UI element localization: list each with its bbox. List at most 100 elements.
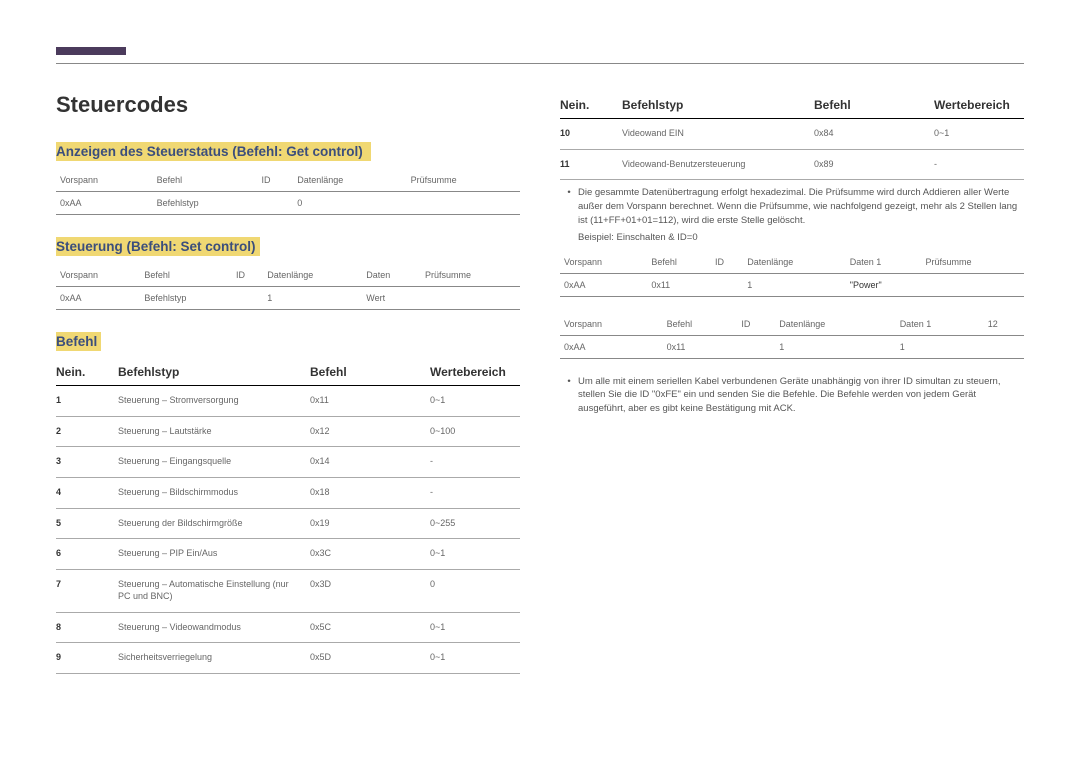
table-row: 3Steuerung – Eingangsquelle0x14- [56,447,520,478]
header-rule [56,50,1024,64]
cell-type: Sicherheitsverriegelung [118,652,310,664]
table-row: 5Steuerung der Bildschirmgröße0x190~255 [56,509,520,540]
cell-no: 9 [56,652,118,662]
table-row: 10Videowand EIN0x840~1 [560,119,1024,150]
cell-cmd: 0x14 [310,456,430,466]
table-row: 1Steuerung – Stromversorgung0x110~1 [56,386,520,417]
td: 0xAA [560,335,663,358]
example1-table: Vorspann Befehl ID Datenlänge Daten 1 Pr… [560,251,1024,297]
cell-range: 0 [430,579,520,589]
th: ID [711,251,743,274]
note-checksum: • Die gesammte Datenübertragung erfolgt … [560,186,1024,227]
cell-no: 3 [56,456,118,466]
td [921,273,1024,296]
cell-type: Steuerung – Eingangsquelle [118,456,310,468]
th: Vorspann [56,169,153,192]
cell-type: Steuerung der Bildschirmgröße [118,518,310,530]
col-range: Wertebereich [934,98,1024,112]
cell-cmd: 0x11 [310,395,430,405]
col-range: Wertebereich [430,365,520,379]
cell-type: Videowand-Benutzersteuerung [622,159,814,171]
left-column: Steuercodes Anzeigen des Steuerstatus (B… [56,92,520,674]
cell-range: 0~1 [430,652,520,662]
cell-type: Steuerung – Bildschirmmodus [118,487,310,499]
th: Daten 1 [896,313,984,336]
cell-no: 6 [56,548,118,558]
header-accent [56,47,126,55]
th: Prüfsumme [421,264,520,287]
th: Prüfsumme [921,251,1024,274]
col-type: Befehlstyp [622,98,814,112]
cell-cmd: 0x84 [814,128,934,138]
th: ID [737,313,775,336]
note-text: Um alle mit einem seriellen Kabel verbun… [578,375,1024,416]
note-text: Die gesammte Datenübertragung erfolgt he… [578,186,1024,227]
cell-range: - [430,487,520,497]
cell-cmd: 0x89 [814,159,934,169]
td [711,273,743,296]
td: 0xAA [56,192,153,215]
befehl-heading: Befehl [56,332,101,351]
bullet-icon: • [560,375,578,416]
cell-cmd: 0x5D [310,652,430,662]
cell-no: 11 [560,159,622,169]
bullet-icon: • [560,186,578,227]
th: Daten 1 [846,251,922,274]
th: Vorspann [560,251,647,274]
cell-type: Steuerung – Stromversorgung [118,395,310,407]
th: Datenlänge [263,264,362,287]
th: ID [258,169,294,192]
td: 0xAA [560,273,647,296]
cell-range: 0~255 [430,518,520,528]
cell-cmd: 0x18 [310,487,430,497]
th: Befehl [663,313,738,336]
section1-table: Vorspann Befehl ID Datenlänge Prüfsumme … [56,169,520,215]
cell-cmd: 0x3D [310,579,430,589]
th: Befehl [140,264,232,287]
th: Prüfsumme [407,169,520,192]
cell-cmd: 0x12 [310,426,430,436]
cell-no: 2 [56,426,118,436]
two-column-layout: Steuercodes Anzeigen des Steuerstatus (B… [56,92,1024,674]
cell-range: 0~1 [430,548,520,558]
cell-no: 8 [56,622,118,632]
right-column: Nein. Befehlstyp Befehl Wertebereich 10V… [560,92,1024,674]
befehl-table-header: Nein. Befehlstyp Befehl Wertebereich [56,359,520,386]
td: 0x11 [647,273,711,296]
cell-range: - [430,456,520,466]
example-label: Beispiel: Einschalten & ID=0 [578,232,1024,243]
th: Datenlänge [743,251,846,274]
cell-cmd: 0x19 [310,518,430,528]
td: 1 [775,335,895,358]
cell-cmd: 0x3C [310,548,430,558]
cell-range: 0~100 [430,426,520,436]
col-cmd: Befehl [814,98,934,112]
th: Vorspann [56,264,140,287]
table-row: 8Steuerung – Videowandmodus0x5C0~1 [56,613,520,644]
cell-no: 5 [56,518,118,528]
td: 0xAA [56,287,140,310]
th: 12 [984,313,1024,336]
col-cmd: Befehl [310,365,430,379]
befehl-table-header-right: Nein. Befehlstyp Befehl Wertebereich [560,92,1024,119]
table-row: 4Steuerung – Bildschirmmodus0x18- [56,478,520,509]
td: Wert [362,287,421,310]
th: Befehl [153,169,258,192]
td [737,335,775,358]
table-row: 11Videowand-Benutzersteuerung0x89- [560,150,1024,181]
example2-table: Vorspann Befehl ID Datenlänge Daten 1 12… [560,313,1024,359]
td: 1 [743,273,846,296]
cell-no: 4 [56,487,118,497]
td: Befehlstyp [153,192,258,215]
th: Datenlänge [775,313,895,336]
note-broadcast: • Um alle mit einem seriellen Kabel verb… [560,375,1024,416]
td: 0 [293,192,406,215]
cell-range: 0~1 [430,622,520,632]
cell-no: 1 [56,395,118,405]
td [984,335,1024,358]
cell-range: - [934,159,1024,169]
cell-type: Steuerung – Automatische Einstellung (nu… [118,579,310,602]
cell-type: Videowand EIN [622,128,814,140]
td: 1 [263,287,362,310]
section2-table: Vorspann Befehl ID Datenlänge Daten Prüf… [56,264,520,310]
